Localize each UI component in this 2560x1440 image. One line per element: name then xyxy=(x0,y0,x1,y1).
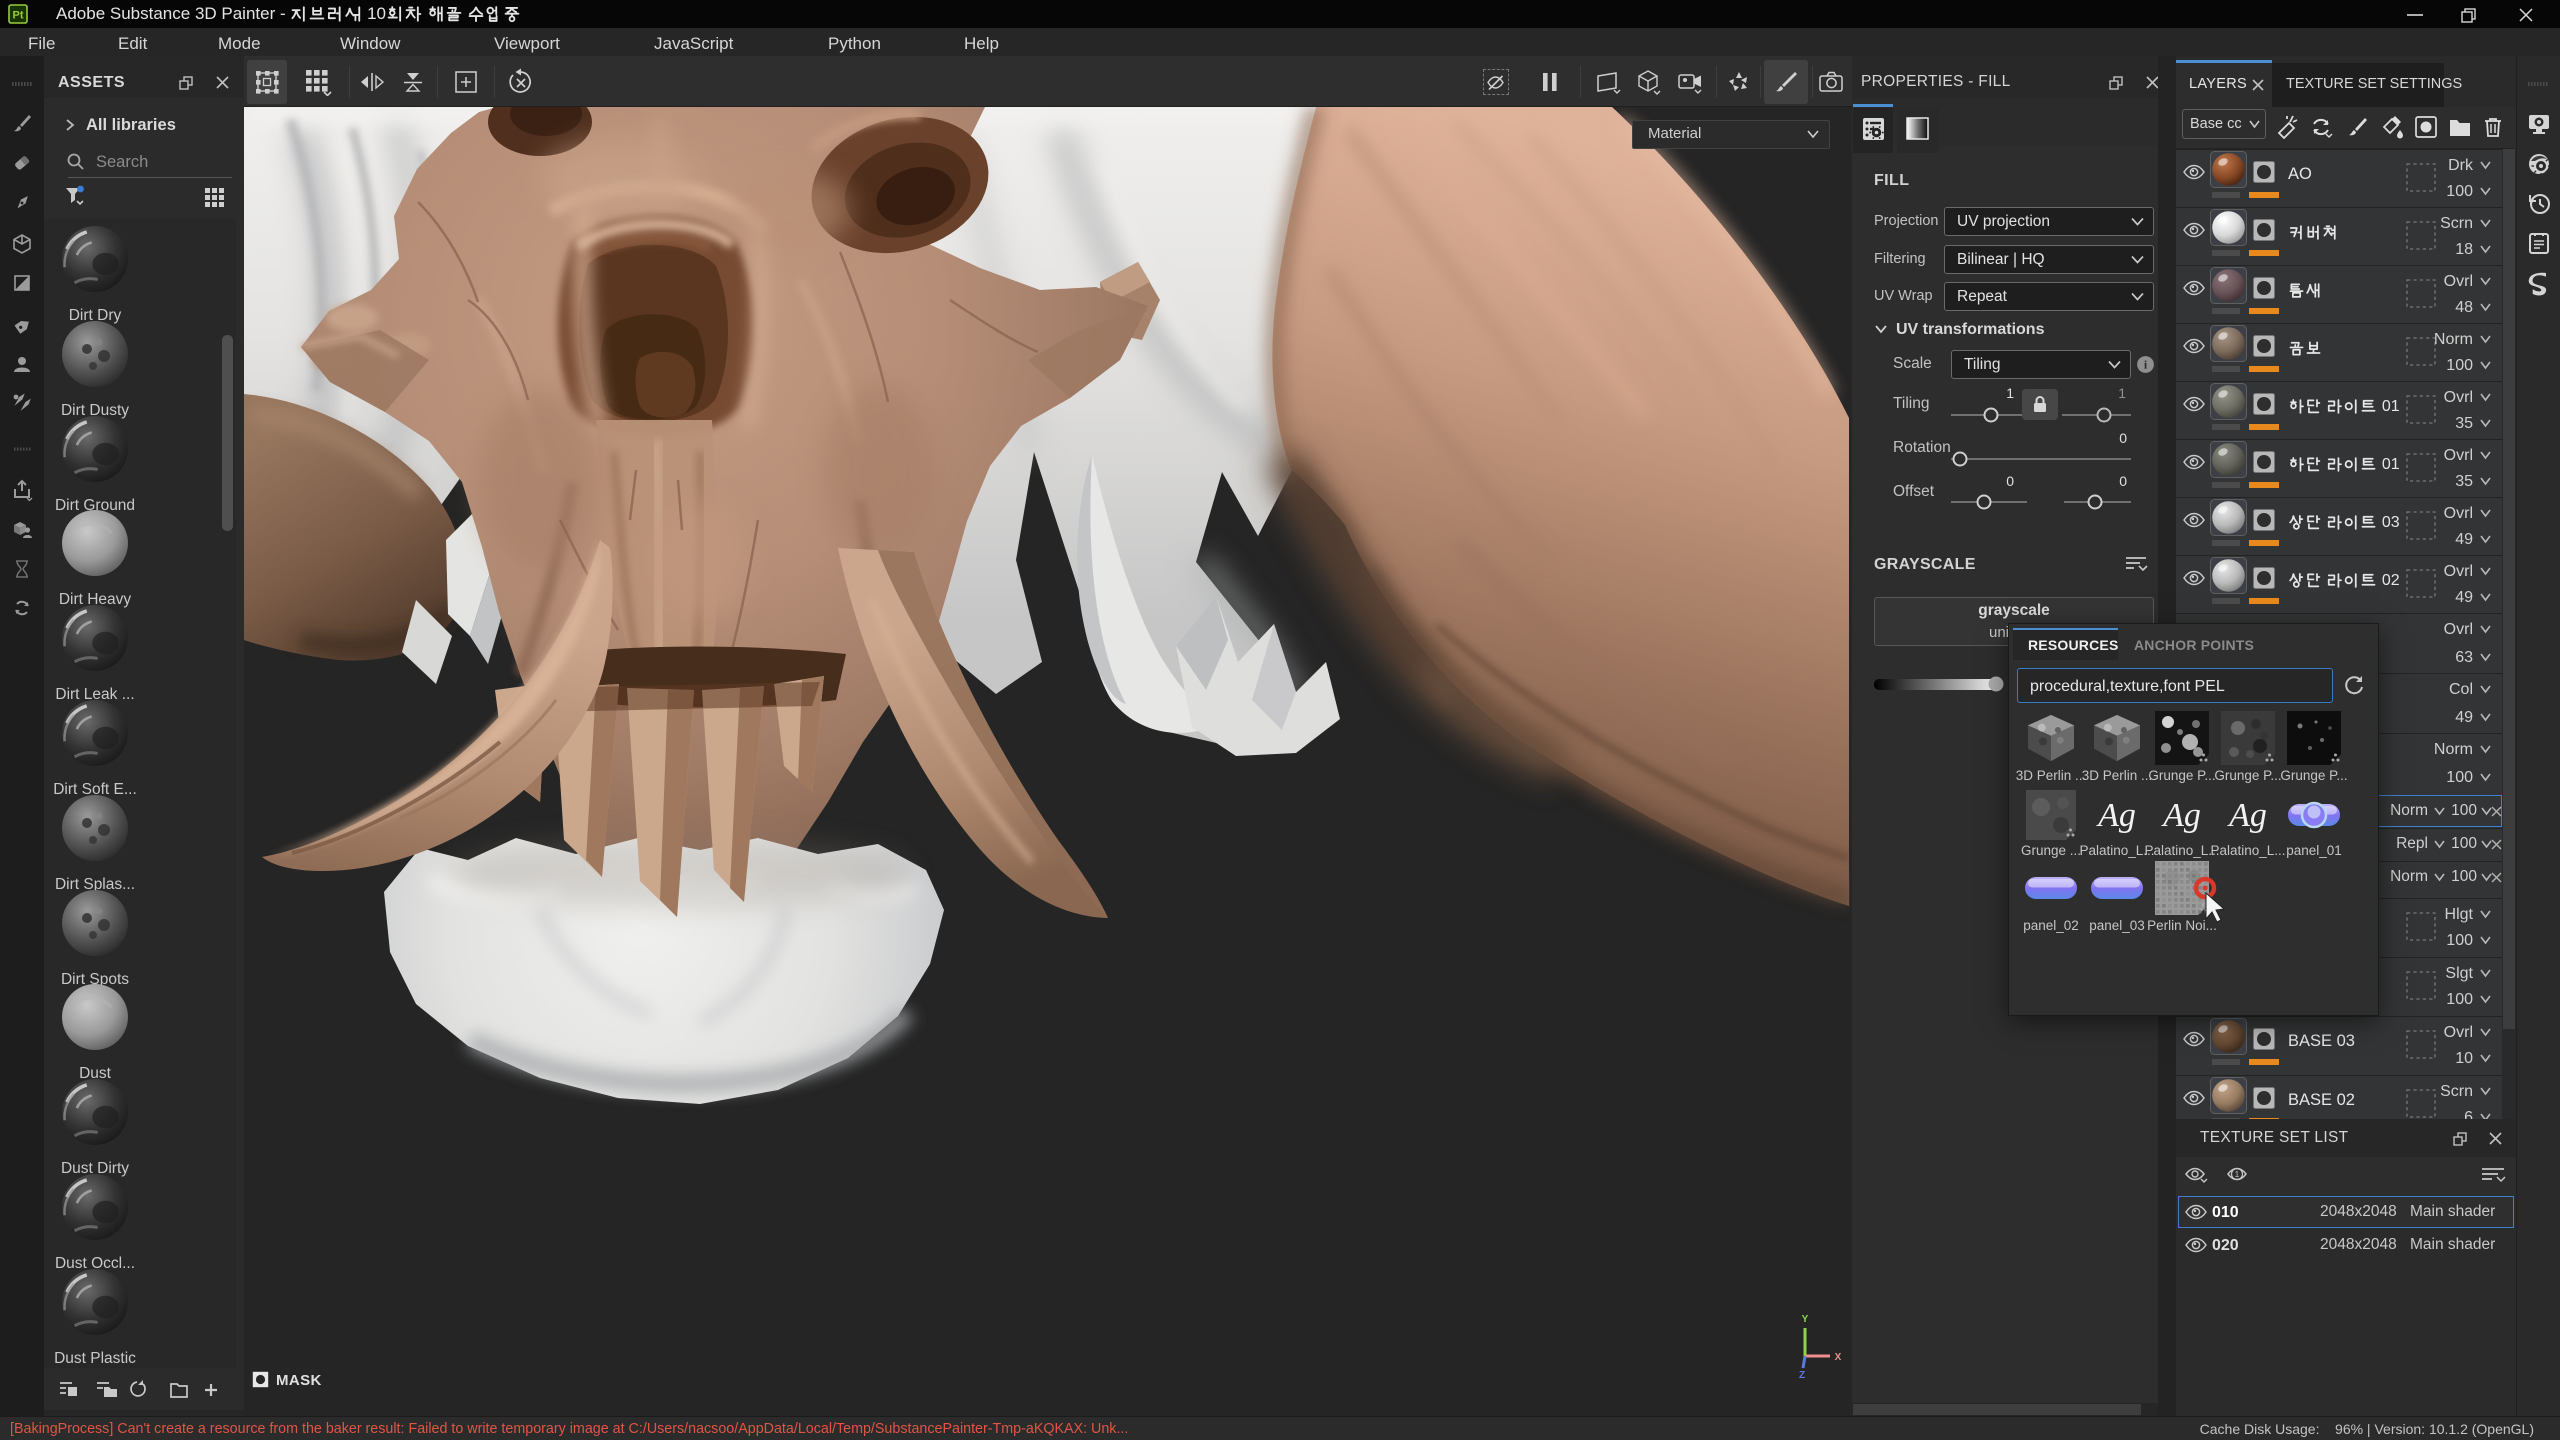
svg-text:X: X xyxy=(1835,1352,1842,1363)
svg-text:Ag: Ag xyxy=(2227,797,2267,834)
svg-text:Pt: Pt xyxy=(13,10,24,22)
svg-text:Z: Z xyxy=(1799,1370,1805,1380)
svg-text:Ag: Ag xyxy=(2096,797,2136,834)
svg-text:1: 1 xyxy=(2235,1170,2240,1179)
svg-text:Ag: Ag xyxy=(2161,797,2201,834)
svg-text:Y: Y xyxy=(1802,1314,1809,1325)
